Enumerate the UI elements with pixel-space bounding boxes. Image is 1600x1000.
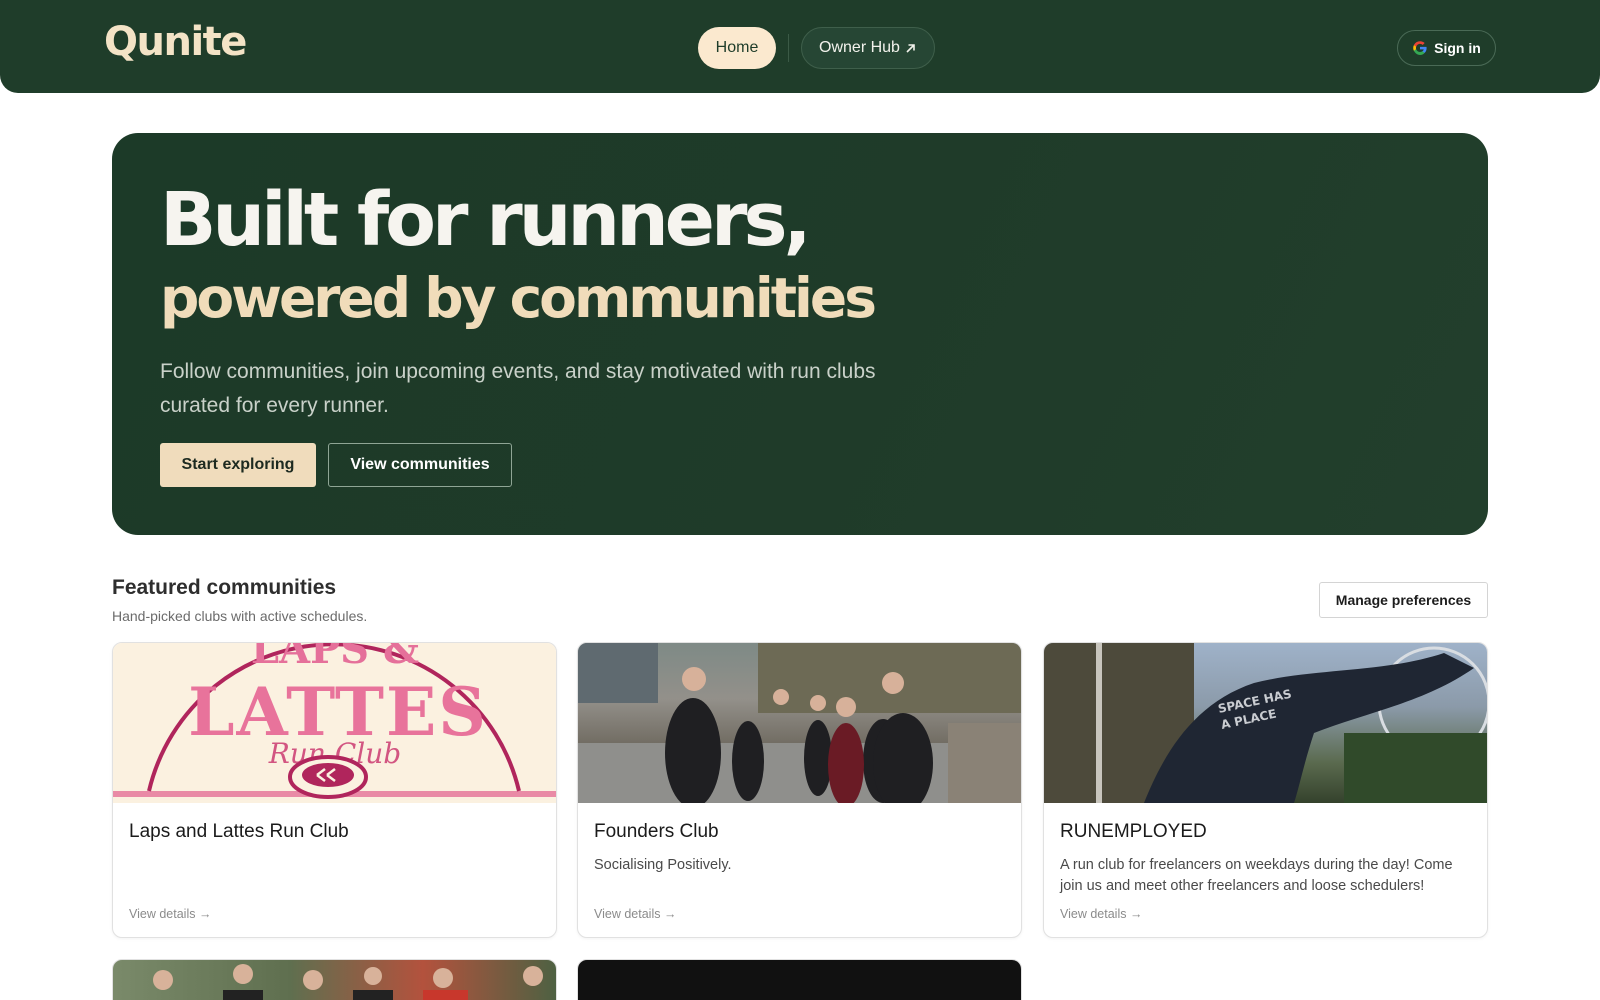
nav-home-tab[interactable]: Home [698, 27, 776, 69]
featured-title: Featured communities [112, 576, 337, 599]
hero-tagline: powered by communities [160, 266, 877, 330]
top-navigation-bar: Qunite Home Owner Hub Sign in [0, 0, 1600, 93]
view-details-link[interactable]: View details → [594, 907, 676, 921]
runners-crowd-photo [153, 964, 543, 1000]
community-card[interactable]: LAPS & LATTES Run Club Laps and Lattes R… [112, 642, 557, 938]
laps-lattes-logo-image: LAPS & LATTES Run Club [113, 643, 556, 799]
community-image: LAPS & LATTES Run Club [113, 643, 556, 803]
view-details-link[interactable]: View details → [1060, 907, 1142, 921]
community-name: RUNEMPLOYED [1060, 821, 1207, 842]
community-name: Laps and Lattes Run Club [129, 821, 349, 842]
nav-owner-hub-link[interactable]: Owner Hub [801, 27, 935, 69]
community-image [578, 643, 1021, 803]
view-communities-button[interactable]: View communities [328, 443, 512, 487]
community-description: Socialising Positively. [594, 857, 732, 873]
manage-preferences-button[interactable]: Manage preferences [1319, 582, 1488, 618]
external-arrow-icon [906, 43, 915, 53]
community-card[interactable]: SPACE HAS A PLACE RUNEMPLOYED A run club… [1043, 642, 1488, 938]
nav-owner-hub-label: Owner Hub [819, 39, 900, 56]
community-image: SPACE HAS A PLACE [1044, 643, 1487, 803]
start-exploring-button[interactable]: Start exploring [160, 443, 316, 487]
community-description: A run club for freelancers on weekdays d… [1060, 857, 1453, 894]
hero-subtitle: Follow communities, join upcoming events… [160, 360, 876, 417]
svg-text:LAPS &: LAPS & [251, 643, 419, 673]
app-logo[interactable]: Qunite [104, 22, 247, 62]
community-card-partial[interactable] [577, 959, 1022, 1000]
nav-home-label: Home [715, 39, 759, 56]
runner-jacket-photo: SPACE HAS A PLACE [1044, 643, 1487, 803]
community-card[interactable]: Founders Club Socialising Positively. Vi… [577, 642, 1022, 938]
hero-banner: Built for runners, powered by communitie… [112, 133, 1488, 535]
nav-divider [788, 34, 789, 62]
runners-group-photo [578, 643, 1021, 803]
view-details-link[interactable]: View details → [129, 907, 211, 921]
community-card-partial[interactable] [112, 959, 557, 1000]
hero-headline: Built for runners, [160, 177, 812, 263]
sign-in-button[interactable]: Sign in [1397, 30, 1496, 66]
community-name: Founders Club [594, 821, 719, 842]
google-icon [1413, 41, 1427, 55]
sign-in-label: Sign in [1434, 40, 1481, 56]
featured-subtitle: Hand-picked clubs with active schedules. [112, 608, 368, 624]
